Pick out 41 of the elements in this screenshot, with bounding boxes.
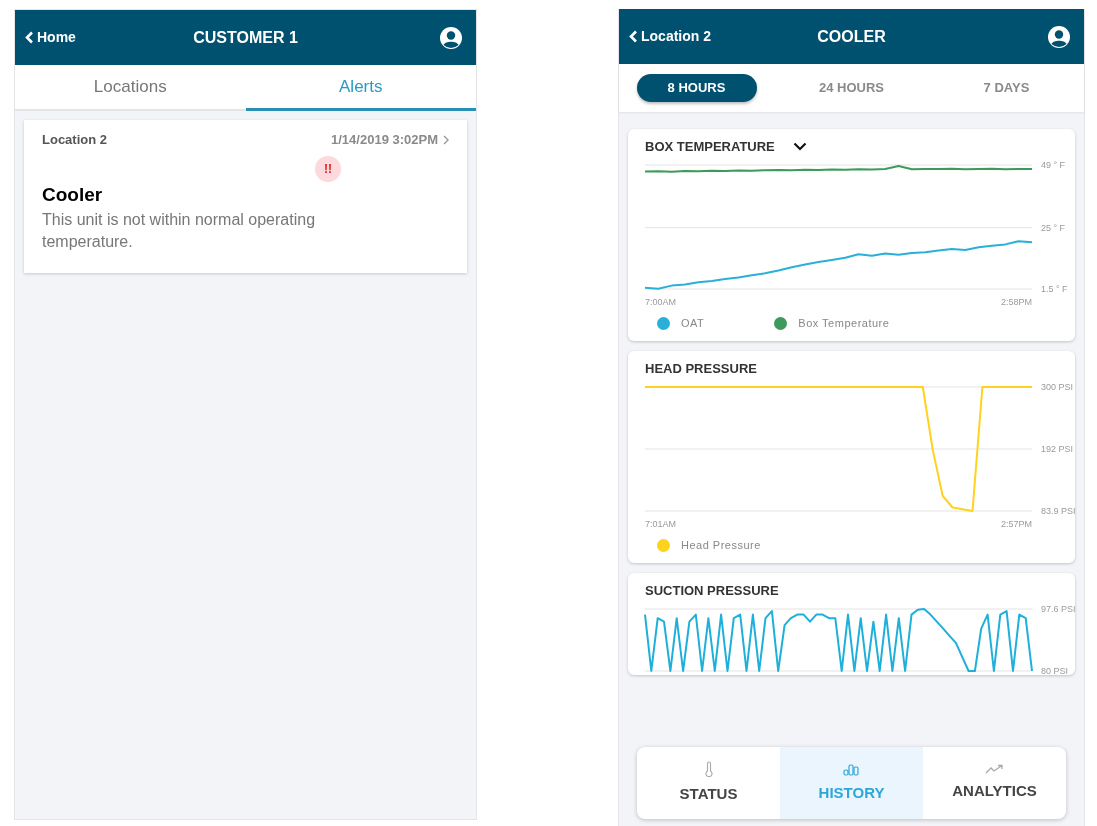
axis-label: 1.5 ° F xyxy=(1041,284,1068,294)
bar-chart-icon xyxy=(843,761,860,776)
alert-badge: !! xyxy=(315,155,341,182)
user-icon[interactable] xyxy=(440,26,462,49)
legend-label: OAT xyxy=(681,315,705,331)
time-range-tab[interactable]: 8 HOURS xyxy=(636,74,757,102)
legend-label: Head Pressure xyxy=(681,537,761,553)
unit-name: Cooler xyxy=(42,182,104,207)
chart-title: SUCTION PRESSURE xyxy=(645,581,779,600)
chevron-right-icon xyxy=(443,134,449,145)
chevron-left-icon xyxy=(25,31,34,44)
axis-label: 192 PSI xyxy=(1041,443,1074,454)
back-button[interactable]: Location 2 xyxy=(629,26,711,47)
screen-title: CUSTOMER 1 xyxy=(193,27,298,48)
location-name: Location 2 xyxy=(42,131,107,149)
axis-label: 2:57PM xyxy=(1000,519,1032,529)
trend-arrow-icon xyxy=(985,763,1004,774)
axis-label: 25 ° F xyxy=(1041,222,1066,233)
nav-tab[interactable]: ANALYTICS xyxy=(923,747,1066,819)
axis-label: 7:00AM xyxy=(645,297,677,307)
chart-title: HEAD PRESSURE xyxy=(645,359,757,378)
screen-title: COOLER xyxy=(817,26,886,47)
axis-label: 300 PSI xyxy=(1041,382,1074,392)
axis-label: 80 PSI xyxy=(1041,666,1069,676)
alert-card[interactable]: Location 2 1/14/2019 3:02PM !! Cooler This unit is not within normal operating temperature. xyxy=(24,120,467,273)
chevron-left-icon xyxy=(629,30,638,43)
axis-label: 49 ° F xyxy=(1041,160,1066,170)
legend-label: Box Temperature xyxy=(798,315,890,331)
axis-label: 83.9 PSI xyxy=(1041,506,1076,516)
chevron-down-icon[interactable] xyxy=(792,142,807,151)
axis-label: 97.6 PSI xyxy=(1041,604,1076,614)
back-button[interactable]: Home xyxy=(25,27,76,48)
tab[interactable]: Locations xyxy=(15,65,246,111)
alert-message: This unit is not within normal operating temperature. xyxy=(42,210,317,252)
nav-tab[interactable]: STATUS xyxy=(637,747,780,819)
thermometer-icon xyxy=(704,760,713,777)
user-icon[interactable] xyxy=(1048,25,1070,48)
chart-title: BOX TEMPERATURE xyxy=(645,137,775,156)
alert-time: 1/14/2019 3:02PM xyxy=(331,131,438,149)
axis-label: 7:01AM xyxy=(645,519,677,529)
axis-label: 2:58PM xyxy=(1000,297,1032,307)
